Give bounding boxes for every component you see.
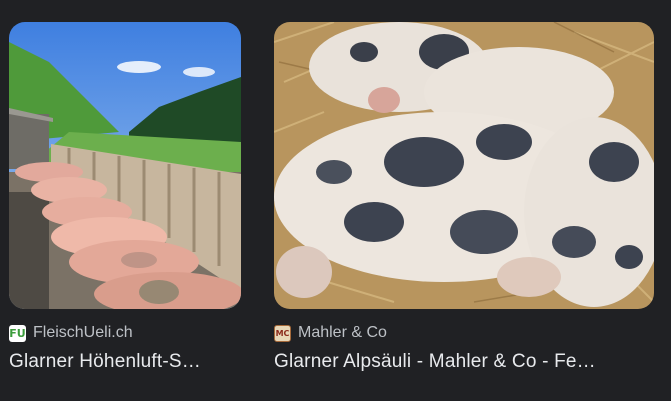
result-source[interactable]: MC Mahler & Co: [274, 323, 654, 343]
image-results-grid: FU FleischUeli.ch Glarner Höhenluft-S… M…: [0, 0, 671, 401]
fleischueli-favicon-icon: FU: [9, 324, 26, 342]
source-name[interactable]: Mahler & Co: [298, 324, 387, 342]
image-thumbnail-spotted-pigs-straw[interactable]: [274, 22, 654, 309]
image-result-card[interactable]: MC Mahler & Co Glarner Alpsäuli - Mahler…: [274, 22, 654, 373]
image-thumbnail-pigs-alpine-pen[interactable]: [9, 22, 241, 309]
source-name[interactable]: FleischUeli.ch: [33, 324, 133, 342]
spotted-pigs-on-straw-image: [274, 22, 654, 309]
pigs-in-mountain-pen-image: [9, 22, 241, 309]
result-title[interactable]: Glarner Alpsäuli - Mahler & Co - Fe…: [274, 351, 654, 373]
result-source[interactable]: FU FleischUeli.ch: [9, 323, 241, 343]
mahler-co-favicon-icon: MC: [274, 324, 291, 342]
result-title[interactable]: Glarner Höhenluft-S…: [9, 351, 241, 373]
image-result-card[interactable]: FU FleischUeli.ch Glarner Höhenluft-S…: [9, 22, 241, 373]
